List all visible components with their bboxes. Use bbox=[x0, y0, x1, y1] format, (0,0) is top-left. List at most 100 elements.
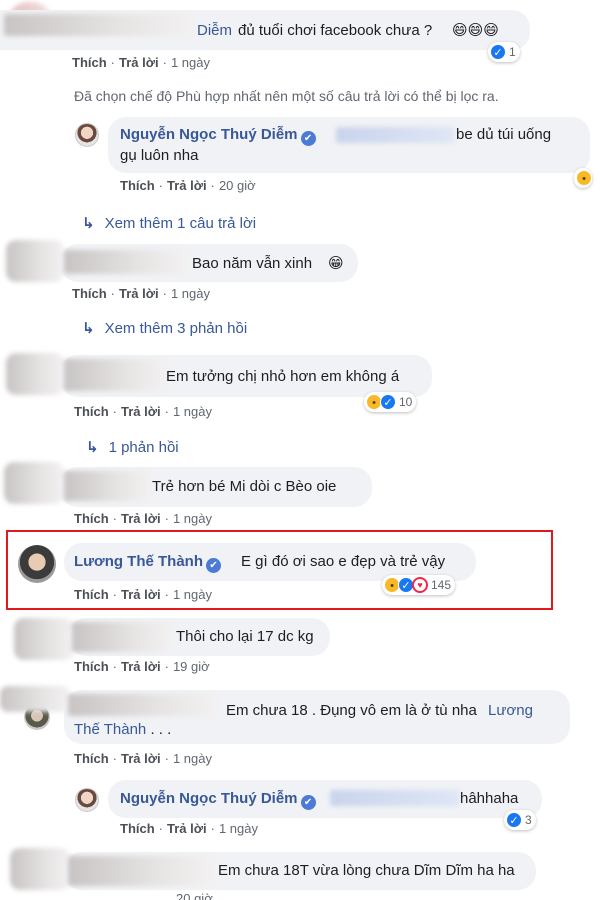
reply-actions: Thích · Trả lời · 1 ngày bbox=[120, 821, 258, 836]
reactions-count: 1 bbox=[509, 45, 516, 59]
reactions-summary[interactable]: • ✓ ♥ 145 bbox=[382, 575, 456, 595]
view-more-replies[interactable]: ↳ Xem thêm 1 câu trả lời bbox=[82, 214, 256, 232]
view-more-replies[interactable]: ↳ Xem thêm 3 phản hồi bbox=[82, 319, 247, 337]
reply-link[interactable]: Trả lời bbox=[119, 286, 159, 301]
filter-note: Đã chọn chế độ Phù hợp nhất nên một số c… bbox=[74, 88, 499, 104]
reply-arrow-icon: ↳ bbox=[86, 439, 99, 456]
view-more-label: Xem thêm 3 phản hồi bbox=[104, 320, 248, 337]
comment-time[interactable]: 19 giờ bbox=[173, 659, 210, 674]
like-icon: ✓ bbox=[380, 394, 396, 410]
reply-text-line1: be dủ túi uống bbox=[456, 126, 552, 143]
comment-time[interactable]: 1 ngày bbox=[171, 55, 210, 70]
like-link[interactable]: Thích bbox=[120, 821, 155, 836]
mention-link[interactable]: Thế Thành bbox=[74, 721, 146, 738]
reply-text: hâhhaha bbox=[460, 790, 519, 807]
comment-bubble: Trẻ hơn bé Mi dòi c Bèo oie bbox=[60, 467, 372, 507]
comment-text: Em tưởng chị nhỏ hơn em không á bbox=[166, 368, 400, 385]
blurred-avatar bbox=[10, 848, 70, 890]
comment-mention[interactable]: Diễm bbox=[197, 21, 232, 41]
avatar[interactable] bbox=[75, 788, 99, 812]
like-link[interactable]: Thích bbox=[74, 404, 109, 419]
comment-bubble: Em tưởng chị nhỏ hơn em không á bbox=[60, 355, 432, 397]
like-link[interactable]: Thích bbox=[72, 286, 107, 301]
reply-link[interactable]: Trả lời bbox=[167, 178, 207, 193]
blurred-name bbox=[68, 694, 218, 716]
reply-link[interactable]: Trả lời bbox=[167, 821, 207, 836]
blurred-avatar bbox=[6, 353, 64, 395]
blurred-avatar bbox=[14, 618, 74, 660]
author-name[interactable]: Nguyễn Ngọc Thuý Diễm bbox=[120, 126, 298, 143]
like-link[interactable]: Thích bbox=[74, 751, 109, 766]
like-link[interactable]: Thích bbox=[72, 55, 107, 70]
like-link[interactable]: Thích bbox=[120, 178, 155, 193]
comment-time[interactable]: 1 ngày bbox=[173, 751, 212, 766]
reply-link[interactable]: Trả lời bbox=[121, 511, 161, 526]
blurred-mention bbox=[336, 127, 454, 143]
comment-time[interactable]: 1 ngày bbox=[173, 404, 212, 419]
reply-link[interactable]: Trả lời bbox=[119, 55, 159, 70]
blurred-avatar bbox=[6, 240, 64, 282]
comment-actions: Thích · Trả lời · 1 ngày bbox=[74, 511, 212, 526]
blurred-name bbox=[64, 250, 188, 274]
comment-text: Em chưa 18 . Đụng vô em là ở tù nha bbox=[226, 702, 477, 719]
like-link[interactable]: Thích bbox=[74, 659, 109, 674]
blurred-name bbox=[64, 359, 166, 391]
blurred-mention bbox=[330, 790, 460, 806]
reply-link[interactable]: Trả lời bbox=[121, 404, 161, 419]
blurred-name bbox=[4, 14, 194, 36]
comment-time[interactable]: 1 ngày bbox=[171, 286, 210, 301]
grinning-emoji: 😄😄😄 bbox=[452, 21, 499, 39]
blurred-avatar bbox=[0, 686, 70, 712]
reactions-summary[interactable]: ✓ 1 bbox=[488, 42, 520, 62]
like-link[interactable]: Thích bbox=[74, 511, 109, 526]
like-link[interactable]: Thích bbox=[74, 587, 109, 602]
comment-actions: Thích · Trả lời · 1 ngày bbox=[74, 587, 212, 602]
haha-icon: • bbox=[576, 170, 592, 186]
comment-time[interactable]: 1 ngày bbox=[173, 511, 212, 526]
verified-icon: ✔ bbox=[300, 795, 316, 810]
verified-icon: ✔ bbox=[206, 558, 222, 573]
reply-arrow-icon: ↳ bbox=[82, 215, 95, 232]
author-name[interactable]: Nguyễn Ngọc Thuý Diễm bbox=[120, 790, 298, 807]
blurred-name bbox=[68, 856, 214, 886]
comment-text: Thôi cho lại 17 dc kg bbox=[176, 628, 314, 645]
reactions-summary[interactable]: • bbox=[574, 168, 592, 188]
reactions-count: 10 bbox=[399, 395, 413, 409]
comment-time[interactable]: 20 giờ bbox=[176, 891, 213, 900]
reply-bubble: Nguyễn Ngọc Thuý Diễm ✔ hâhhaha bbox=[108, 780, 542, 818]
grin-emoji: 😁 bbox=[328, 254, 344, 272]
like-icon: ✓ bbox=[506, 812, 522, 828]
comment-time[interactable]: 1 ngày bbox=[173, 587, 212, 602]
comment-actions: 20 giờ bbox=[176, 891, 213, 900]
reactions-summary[interactable]: • ✓ 10 bbox=[364, 392, 417, 412]
comment-text: Trẻ hơn bé Mi dòi c Bèo oie bbox=[152, 478, 337, 495]
comment-text-end: . . . bbox=[146, 721, 172, 738]
verified-icon: ✔ bbox=[300, 131, 316, 146]
blurred-name bbox=[64, 471, 152, 501]
view-more-label: 1 phản hồi bbox=[108, 439, 179, 456]
view-more-replies[interactable]: ↳ 1 phản hồi bbox=[86, 438, 179, 456]
avatar[interactable] bbox=[75, 123, 99, 147]
reactions-summary[interactable]: ✓ 3 bbox=[504, 810, 536, 830]
comment-bubble: Thôi cho lại 17 dc kg bbox=[68, 618, 330, 656]
view-more-label: Xem thêm 1 câu trả lời bbox=[104, 215, 257, 232]
reply-link[interactable]: Trả lời bbox=[121, 659, 161, 674]
author-name[interactable]: Lương Thế Thành bbox=[74, 553, 203, 570]
avatar[interactable] bbox=[18, 545, 56, 583]
reply-text-line2: gụ luôn nha bbox=[120, 147, 199, 164]
reply-actions: Thích · Trả lời · 20 giờ bbox=[120, 178, 256, 193]
comment-time[interactable]: 20 giờ bbox=[219, 178, 256, 193]
comment-time[interactable]: 1 ngày bbox=[219, 821, 258, 836]
reply-link[interactable]: Trả lời bbox=[121, 587, 161, 602]
comment-actions: Thích · Trả lời · 1 ngày bbox=[74, 751, 212, 766]
comment-bubble: Em chưa 18 . Đụng vô em là ở tù nha Lươn… bbox=[64, 690, 570, 744]
love-icon: ♥ bbox=[412, 577, 428, 593]
comment-actions: Thích · Trả lời · 19 giờ bbox=[74, 659, 210, 674]
mention-link[interactable]: Lương bbox=[488, 701, 533, 721]
reply-bubble: Nguyễn Ngọc Thuý Diễm ✔ be dủ túi uống gụ… bbox=[108, 117, 590, 173]
comment-text: đủ tuổi chơi facebook chưa ? bbox=[238, 22, 433, 39]
comment-text: Bao năm vẫn xinh bbox=[192, 255, 313, 272]
like-icon: ✓ bbox=[490, 44, 506, 60]
reply-link[interactable]: Trả lời bbox=[121, 751, 161, 766]
comment-text: E gì đó ơi sao e đẹp và trẻ vậy bbox=[241, 553, 446, 570]
